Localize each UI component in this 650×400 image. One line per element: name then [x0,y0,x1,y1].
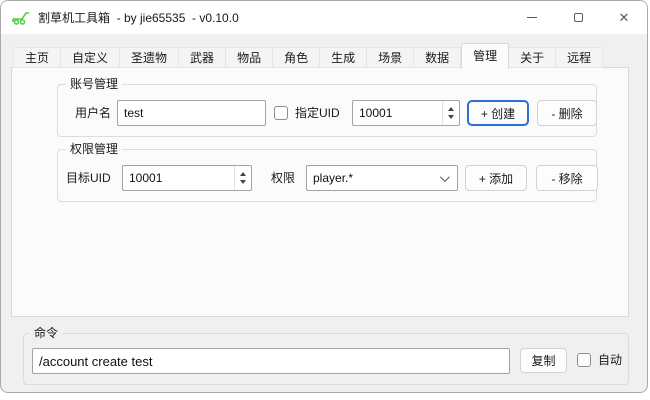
tab-custom[interactable]: 自定义 [61,47,120,68]
tab-items[interactable]: 物品 [226,47,273,68]
window-controls: ✕ [509,1,647,34]
target-uid-label: 目标UID [66,165,111,191]
username-input[interactable] [117,100,266,126]
permission-label: 权限 [271,165,295,191]
tab-home[interactable]: 主页 [13,47,61,68]
tab-weapons[interactable]: 武器 [179,47,226,68]
permission-selected-value: player.* [307,171,457,185]
tab-spawn[interactable]: 生成 [320,47,367,68]
tab-remote[interactable]: 远程 [556,47,603,68]
remove-permission-button[interactable]: - 移除 [536,165,598,191]
maximize-button[interactable] [555,1,601,34]
account-group-title: 账号管理 [66,77,122,92]
spinner-down-icon[interactable] [448,115,454,119]
uid-spinner[interactable] [442,101,459,125]
close-button[interactable]: ✕ [601,1,647,34]
account-management-group: 账号管理 用户名 指定UID 10001 + 创建 - 删除 [57,84,597,137]
spinner-down-icon[interactable] [240,180,246,184]
tab-characters[interactable]: 角色 [273,47,320,68]
permission-management-group: 权限管理 目标UID 10001 权限 player.* + 添加 - 移除 [57,149,597,202]
copy-command-button[interactable]: 复制 [520,348,567,373]
window-title: 割草机工具箱 - by jie65535 - v0.10.0 [38,9,239,26]
minimize-icon [527,17,537,18]
uid-numeric-stepper[interactable]: 10001 [352,100,460,126]
delete-account-button[interactable]: - 删除 [537,100,597,126]
close-icon: ✕ [619,11,630,24]
tab-artifacts[interactable]: 圣遗物 [120,47,179,68]
command-group: 命令 复制 自动 [23,333,629,385]
tab-scene[interactable]: 场景 [367,47,414,68]
maximize-icon [574,13,583,22]
add-permission-button[interactable]: + 添加 [465,165,527,191]
target-uid-spinner[interactable] [234,166,251,190]
command-input[interactable] [32,348,510,374]
app-window: 割草机工具箱 - by jie65535 - v0.10.0 ✕ 主页 自定义 … [0,0,648,393]
tab-about[interactable]: 关于 [509,47,556,68]
create-account-button[interactable]: + 创建 [467,100,529,126]
specify-uid-checkbox[interactable] [274,106,288,120]
management-tab-page: 账号管理 用户名 指定UID 10001 + 创建 - 删除 权限管理 目标UI… [11,67,629,317]
permission-group-title: 权限管理 [66,142,122,157]
spinner-up-icon[interactable] [240,172,246,176]
auto-checkbox[interactable] [577,353,591,367]
target-uid-value: 10001 [123,171,234,185]
title-bar[interactable]: 割草机工具箱 - by jie65535 - v0.10.0 ✕ [1,1,647,34]
app-logo-mower-icon [11,10,31,26]
tab-management[interactable]: 管理 [461,43,509,69]
minimize-button[interactable] [509,1,555,34]
target-uid-numeric-stepper[interactable]: 10001 [122,165,252,191]
username-label: 用户名 [75,100,111,126]
command-group-title: 命令 [30,326,62,341]
specify-uid-checkbox-row [274,106,288,120]
auto-label: 自动 [598,347,622,373]
tab-strip: 主页 自定义 圣遗物 武器 物品 角色 生成 场景 数据 管理 关于 远程 [13,45,603,68]
uid-value: 10001 [353,106,442,120]
specify-uid-label: 指定UID [295,100,340,126]
tab-data[interactable]: 数据 [414,47,461,68]
permission-dropdown[interactable]: player.* [306,165,458,191]
spinner-up-icon[interactable] [448,107,454,111]
